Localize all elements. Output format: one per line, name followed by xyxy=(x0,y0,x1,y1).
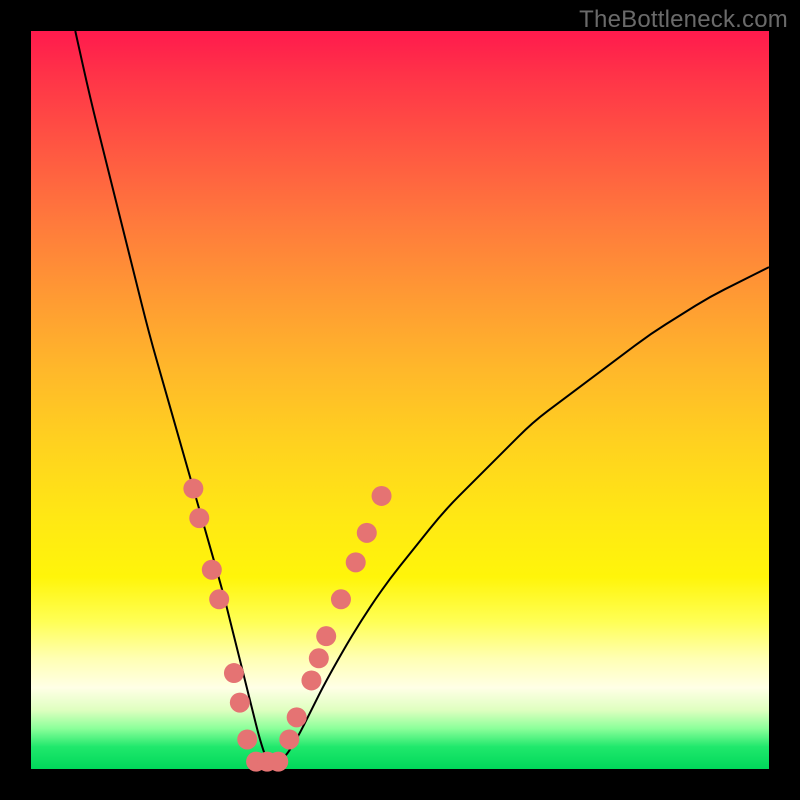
highlight-dot xyxy=(279,729,299,749)
highlight-dot xyxy=(202,560,222,580)
highlight-dot xyxy=(287,707,307,727)
outer-frame: TheBottleneck.com xyxy=(0,0,800,800)
highlight-dot xyxy=(309,648,329,668)
highlight-dot xyxy=(237,729,257,749)
highlight-dot xyxy=(331,589,351,609)
highlight-dot xyxy=(268,752,288,772)
bottleneck-curve xyxy=(75,31,769,762)
plot-area xyxy=(31,31,769,769)
highlight-dot xyxy=(316,626,336,646)
highlight-dot xyxy=(230,693,250,713)
highlight-dot xyxy=(372,486,392,506)
highlight-dot xyxy=(224,663,244,683)
chart-svg xyxy=(31,31,769,769)
highlight-dot xyxy=(346,552,366,572)
highlight-dot xyxy=(189,508,209,528)
highlight-dot xyxy=(183,479,203,499)
watermark-text: TheBottleneck.com xyxy=(579,6,788,34)
highlight-dot xyxy=(357,523,377,543)
highlight-dot xyxy=(209,589,229,609)
highlight-dot xyxy=(301,670,321,690)
